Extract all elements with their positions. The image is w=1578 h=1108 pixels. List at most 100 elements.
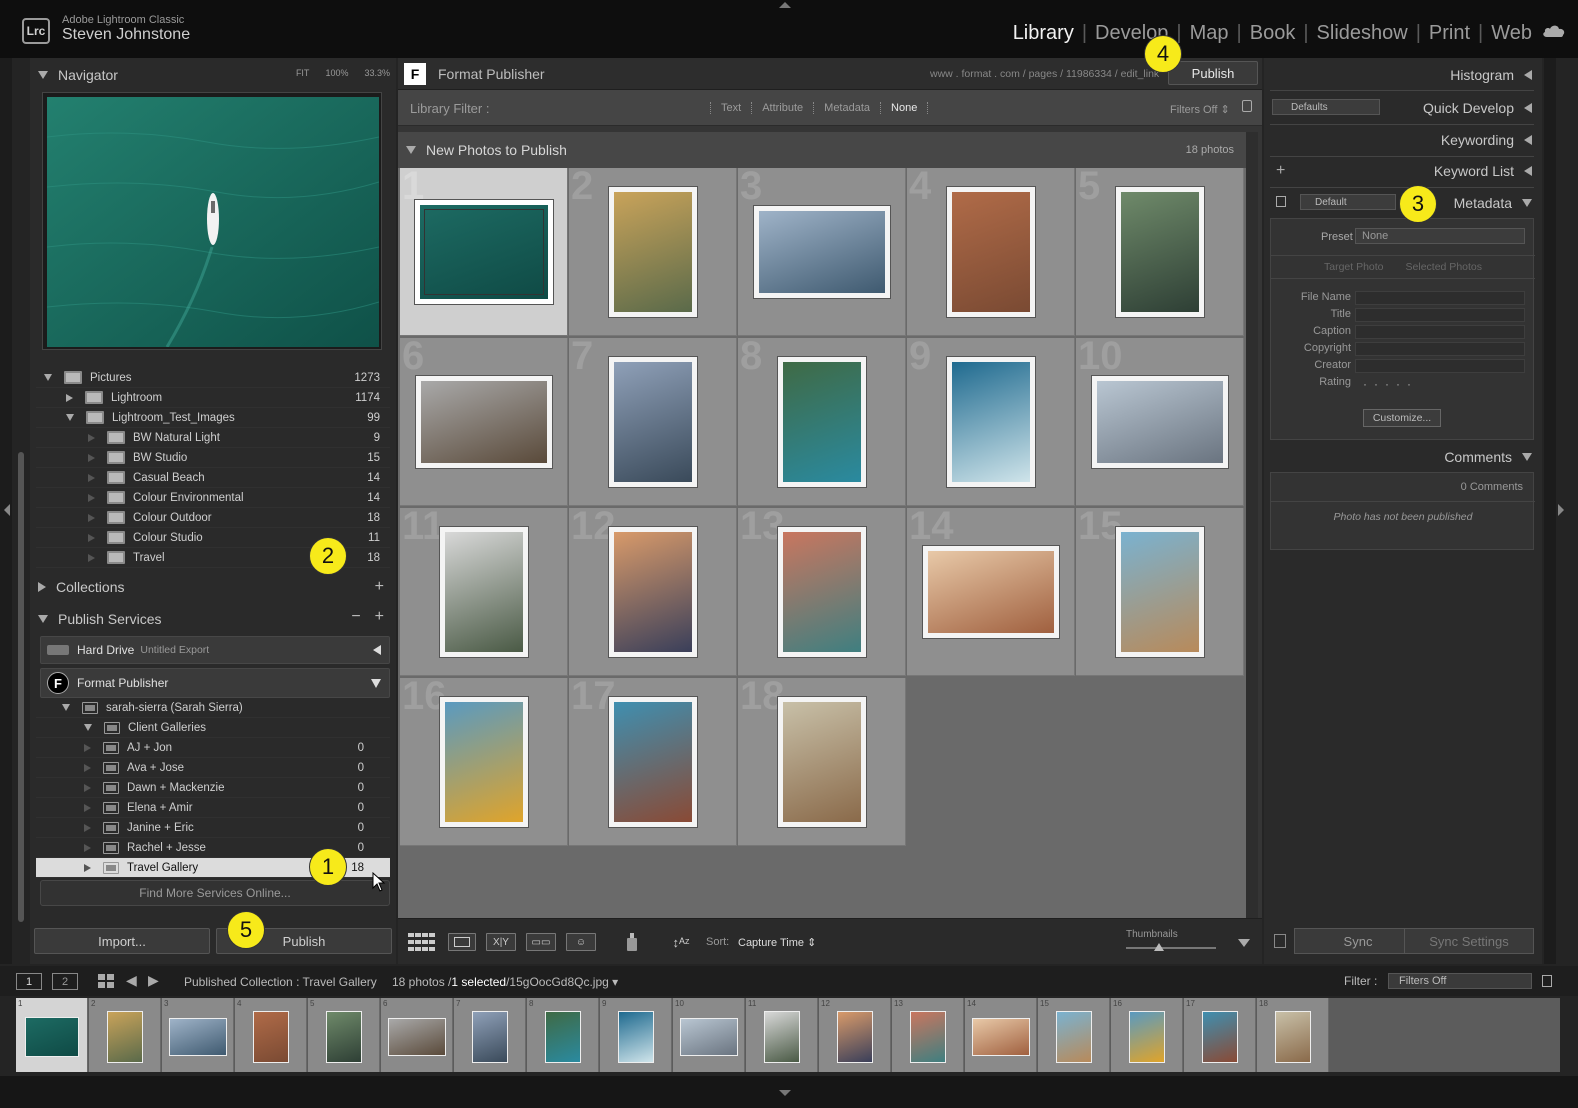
filter-text[interactable]: Text <box>721 102 741 114</box>
hard-drive-service[interactable]: Hard Drive Untitled Export <box>40 636 390 664</box>
filmstrip-cell[interactable]: 10 <box>673 998 745 1072</box>
add-keyword-icon[interactable]: + <box>1276 162 1285 180</box>
expand-icon[interactable] <box>88 473 95 482</box>
filmstrip-cell[interactable]: 15 <box>1038 998 1110 1072</box>
photo-thumbnail[interactable] <box>778 527 866 657</box>
expand-icon[interactable] <box>88 453 95 462</box>
copyright-field[interactable] <box>1355 342 1525 356</box>
left-panel-scrollbar[interactable] <box>18 452 24 922</box>
filmstrip-cell[interactable]: 13 <box>892 998 964 1072</box>
expand-icon[interactable] <box>84 823 91 832</box>
photo-thumbnail[interactable] <box>416 376 552 468</box>
expand-icon[interactable] <box>84 803 91 812</box>
grid-cell[interactable]: 13 <box>738 504 906 676</box>
folder-row[interactable]: BW Studio 15 <box>36 448 390 468</box>
module-print[interactable]: Print <box>1425 22 1474 45</box>
filmstrip-cell[interactable]: 9 <box>600 998 672 1072</box>
sync-settings-button[interactable]: Sync Settings <box>1404 928 1534 954</box>
grid-scrollbar[interactable] <box>1246 132 1258 918</box>
keywording-header[interactable]: Keywording <box>1441 125 1532 155</box>
grid-cell[interactable]: 3 <box>738 164 906 336</box>
collections-header[interactable]: Collections <box>30 572 396 602</box>
grid-cell[interactable]: 11 <box>400 504 568 676</box>
publish-top-button[interactable]: Publish <box>1168 61 1258 85</box>
grid-cell[interactable]: 16 <box>400 674 568 846</box>
photo-thumbnail[interactable] <box>947 187 1035 317</box>
metadata-edit-icon[interactable] <box>1276 196 1286 207</box>
filmstrip-cell[interactable]: 2 <box>89 998 161 1072</box>
folder-row[interactable]: Casual Beach 14 <box>36 468 390 488</box>
photo-thumbnail[interactable] <box>415 200 553 304</box>
grid-cell[interactable]: 6 <box>400 334 568 506</box>
slider-handle[interactable] <box>1154 943 1164 951</box>
expand-icon[interactable] <box>88 533 95 542</box>
filmstrip-filter-select[interactable]: Filters Off <box>1388 973 1532 989</box>
photo-thumbnail[interactable] <box>609 697 697 827</box>
sort-select[interactable]: Capture Time ⇕ <box>738 936 816 949</box>
folder-row[interactable]: Colour Outdoor 18 <box>36 508 390 528</box>
expand-icon[interactable] <box>88 493 95 502</box>
top-panel-toggle-icon[interactable] <box>779 2 791 8</box>
histogram-header[interactable]: Histogram <box>1450 60 1532 90</box>
import-button[interactable]: Import... <box>34 928 210 954</box>
navigator-preview[interactable] <box>42 92 382 350</box>
customize-button[interactable]: Customize... <box>1363 409 1441 427</box>
filmstrip-cell[interactable]: 18 <box>1257 998 1329 1072</box>
title-field[interactable] <box>1355 308 1525 322</box>
zoom-33[interactable]: 33.3% <box>364 68 390 78</box>
expand-icon[interactable] <box>84 843 91 852</box>
module-slideshow[interactable]: Slideshow <box>1313 22 1412 45</box>
photo-thumbnail[interactable] <box>1116 187 1204 317</box>
filmstrip-cell[interactable]: 4 <box>235 998 307 1072</box>
filter-lock-icon[interactable] <box>1542 975 1552 987</box>
filmstrip-cell[interactable]: 5 <box>308 998 380 1072</box>
gallery-row[interactable]: Elena + Amir 0 <box>36 798 390 818</box>
grid-cell[interactable]: 1 <box>400 164 568 336</box>
back-arrow-icon[interactable]: ◀ <box>126 972 137 989</box>
people-view-icon[interactable]: ☺ <box>566 933 596 951</box>
collapse-icon[interactable] <box>84 724 92 731</box>
thumbnail-size-slider[interactable] <box>1126 947 1216 949</box>
filmstrip-cell[interactable]: 11 <box>746 998 818 1072</box>
sort-direction-icon[interactable]: ↕ᴬᶻ <box>666 933 696 951</box>
zoom-100[interactable]: 100% <box>325 68 348 78</box>
filmstrip-cell[interactable]: 7 <box>454 998 526 1072</box>
folder-row[interactable]: Lightroom 1174 <box>36 388 390 408</box>
quick-develop-preset[interactable]: Defaults <box>1272 99 1380 115</box>
format-publisher-service[interactable]: F Format Publisher <box>40 668 390 698</box>
photo-thumbnail[interactable] <box>778 697 866 827</box>
filmstrip-cell[interactable]: 1 <box>16 998 88 1072</box>
module-web[interactable]: Web <box>1487 22 1536 45</box>
filmstrip-cell[interactable]: 8 <box>527 998 599 1072</box>
expand-icon[interactable] <box>88 513 95 522</box>
collapse-icon[interactable] <box>44 374 52 381</box>
creator-field[interactable] <box>1355 359 1525 373</box>
bottom-panel-toggle-icon[interactable] <box>779 1090 791 1096</box>
cloud-icon[interactable] <box>1542 24 1566 38</box>
grid-icon[interactable] <box>98 974 114 988</box>
grid-cell[interactable]: 10 <box>1076 334 1244 506</box>
folder-row[interactable]: BW Natural Light 9 <box>36 428 390 448</box>
grid-cell[interactable]: 17 <box>569 674 737 846</box>
grid-cell[interactable]: 7 <box>569 334 737 506</box>
gallery-row[interactable]: Janine + Eric 0 <box>36 818 390 838</box>
sync-toggle-icon[interactable] <box>1274 934 1286 948</box>
metadata-view-select[interactable]: Default <box>1300 194 1396 210</box>
expand-icon[interactable] <box>88 433 95 442</box>
caption-field[interactable] <box>1355 325 1525 339</box>
expand-icon[interactable] <box>373 645 381 655</box>
add-collection-icon[interactable]: + <box>375 578 384 596</box>
service-url[interactable]: www . format . com / pages / 11986334 / … <box>930 68 1159 80</box>
grid-section-header[interactable]: New Photos to Publish <box>398 132 1246 168</box>
target-photo-option[interactable]: Target Photo <box>1324 261 1384 273</box>
grid-cell[interactable]: 14 <box>907 504 1075 676</box>
filmstrip-cell[interactable]: 12 <box>819 998 891 1072</box>
loupe-view-icon[interactable] <box>448 933 476 951</box>
expand-icon[interactable] <box>84 743 91 752</box>
photo-thumbnail[interactable] <box>778 357 866 487</box>
account-row[interactable]: sarah-sierra (Sarah Sierra) <box>36 698 390 718</box>
grid-cell[interactable]: 18 <box>738 674 906 846</box>
filter-preset-select[interactable]: Filters Off ⇕ <box>1170 103 1230 116</box>
find-more-services-button[interactable]: Find More Services Online... <box>40 880 390 906</box>
filmstrip-cell[interactable]: 17 <box>1184 998 1256 1072</box>
